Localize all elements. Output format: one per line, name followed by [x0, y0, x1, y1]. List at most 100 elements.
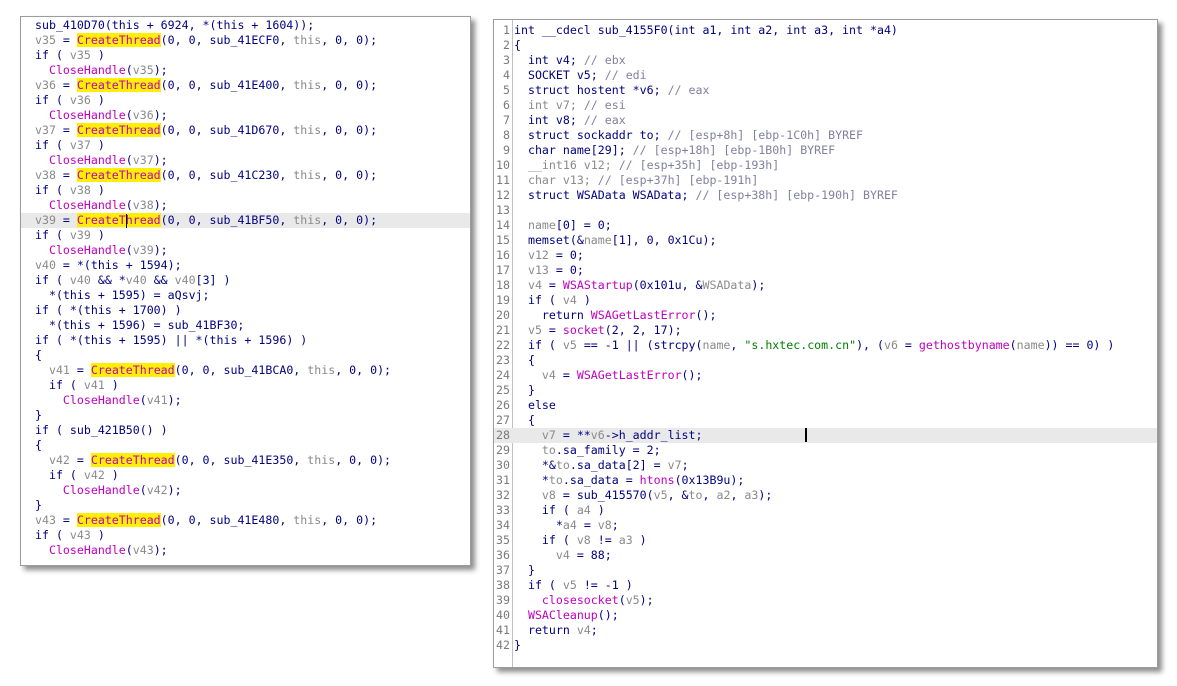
code-text[interactable]: CloseHandle(v36); — [35, 108, 168, 123]
code-line[interactable]: v35 = CreateThread(0, 0, sub_41ECF0, thi… — [21, 33, 470, 48]
code-line[interactable]: 27 { — [494, 413, 1157, 428]
code-line[interactable]: 23 { — [494, 353, 1157, 368]
code-line[interactable]: if ( v36 ) — [21, 93, 470, 108]
code-text[interactable]: v8 = sub_415570(v5, &to, a2, a3); — [514, 488, 772, 503]
code-line[interactable]: if ( v41 ) — [21, 378, 470, 393]
code-line[interactable]: v42 = CreateThread(0, 0, sub_41E350, thi… — [21, 453, 470, 468]
code-text[interactable]: CloseHandle(v43); — [35, 543, 168, 558]
code-text[interactable]: if ( v5 != -1 ) — [514, 578, 633, 593]
code-line[interactable]: if ( v40 && *v40 && v40[3] ) — [21, 273, 470, 288]
code-line[interactable]: 4 SOCKET v5; // edi — [494, 68, 1157, 83]
code-line[interactable]: 34 *a4 = v8; — [494, 518, 1157, 533]
code-line[interactable]: 41 return v4; — [494, 623, 1157, 638]
code-line[interactable]: sub_410D70(this + 6924, *(this + 1604)); — [21, 18, 470, 33]
code-line[interactable]: CloseHandle(v43); — [21, 543, 470, 558]
code-text[interactable]: v41 = CreateThread(0, 0, sub_41BCA0, thi… — [35, 363, 391, 378]
code-text[interactable]: sub_410D70(this + 6924, *(this + 1604)); — [35, 18, 314, 33]
code-text[interactable]: v40 = *(this + 1594); — [35, 258, 182, 273]
code-line[interactable]: 10 __int16 v12; // [esp+35h] [ebp-193h] — [494, 158, 1157, 173]
code-text[interactable]: char name[29]; // [esp+18h] [ebp-1B0h] B… — [514, 143, 835, 158]
code-line[interactable]: 9 char name[29]; // [esp+18h] [ebp-1B0h]… — [494, 143, 1157, 158]
code-line[interactable]: 42} — [494, 638, 1157, 653]
code-text[interactable]: SOCKET v5; // edi — [514, 68, 647, 83]
code-line[interactable]: } — [21, 498, 470, 513]
code-text[interactable]: if ( v8 != a3 ) — [514, 533, 647, 548]
code-line[interactable]: { — [21, 438, 470, 453]
code-line[interactable]: CloseHandle(v36); — [21, 108, 470, 123]
code-text[interactable]: *&to.sa_data[2] = v7; — [514, 458, 689, 473]
code-text[interactable]: v43 = CreateThread(0, 0, sub_41E480, thi… — [35, 513, 377, 528]
code-line[interactable]: 14 name[0] = 0; — [494, 218, 1157, 233]
code-text[interactable]: } — [514, 638, 521, 653]
code-text[interactable]: v13 = 0; — [514, 263, 584, 278]
code-line[interactable]: CloseHandle(v35); — [21, 63, 470, 78]
code-text[interactable]: if ( v35 ) — [35, 48, 105, 63]
code-line[interactable]: *(this + 1595) = aQsvj; — [21, 288, 470, 303]
pseudocode-panel-sub-4155f0[interactable]: 1 int __cdecl sub_4155F0(int a1, int a2, … — [493, 19, 1158, 668]
code-text[interactable]: v4 = 88; — [514, 548, 612, 563]
code-line[interactable]: if ( v35 ) — [21, 48, 470, 63]
code-line[interactable]: 8 struct sockaddr to; // [esp+8h] [ebp-1… — [494, 128, 1157, 143]
code-text[interactable]: closesocket(v5); — [514, 593, 654, 608]
code-line[interactable]: 36 v4 = 88; — [494, 548, 1157, 563]
code-line[interactable]: CloseHandle(v37); — [21, 153, 470, 168]
pseudocode-panel-thread-creation[interactable]: sub_410D70(this + 6924, *(this + 1604));… — [20, 16, 471, 566]
code-text[interactable]: if ( *(this + 1700) ) — [35, 303, 182, 318]
code-line[interactable]: 18 v4 = WSAStartup(0x101u, &WSAData); — [494, 278, 1157, 293]
code-line[interactable]: 16 v12 = 0; — [494, 248, 1157, 263]
code-text[interactable]: if ( v36 ) — [35, 93, 105, 108]
code-text[interactable]: } — [514, 563, 535, 578]
code-line[interactable]: if ( sub_421B50() ) — [21, 423, 470, 438]
code-text[interactable]: WSACleanup(); — [514, 608, 619, 623]
code-text[interactable]: v36 = CreateThread(0, 0, sub_41E400, thi… — [35, 78, 377, 93]
code-text[interactable]: if ( a4 ) — [514, 503, 605, 518]
code-line[interactable]: 3 int v4; // ebx — [494, 53, 1157, 68]
code-text[interactable]: v42 = CreateThread(0, 0, sub_41E350, thi… — [35, 453, 391, 468]
code-line[interactable]: v39 = CreateThread(0, 0, sub_41BF50, thi… — [21, 213, 470, 228]
code-line[interactable]: 26 else — [494, 398, 1157, 413]
code-text[interactable]: v35 = CreateThread(0, 0, sub_41ECF0, thi… — [35, 33, 377, 48]
code-line[interactable]: } — [21, 408, 470, 423]
code-line[interactable]: 21 v5 = socket(2, 2, 17); — [494, 323, 1157, 338]
code-text[interactable]: return WSAGetLastError(); — [514, 308, 717, 323]
code-text[interactable]: v4 = WSAGetLastError(); — [514, 368, 703, 383]
code-text[interactable]: to.sa_family = 2; — [514, 443, 661, 458]
code-line[interactable]: if ( *(this + 1700) ) — [21, 303, 470, 318]
code-text[interactable]: CloseHandle(v38); — [35, 198, 168, 213]
code-line[interactable]: 22 if ( v5 == -1 || (strcpy(name, "s.hxt… — [494, 338, 1157, 353]
code-line[interactable]: v41 = CreateThread(0, 0, sub_41BCA0, thi… — [21, 363, 470, 378]
code-line[interactable]: if ( v38 ) — [21, 183, 470, 198]
code-line[interactable]: 5 struct hostent *v6; // eax — [494, 83, 1157, 98]
code-text[interactable]: int v4; // ebx — [514, 53, 626, 68]
code-text[interactable]: { — [514, 413, 535, 428]
code-text[interactable]: int v8; // eax — [514, 113, 626, 128]
code-line[interactable]: CloseHandle(v41); — [21, 393, 470, 408]
code-text[interactable]: CloseHandle(v37); — [35, 153, 168, 168]
code-line[interactable]: v43 = CreateThread(0, 0, sub_41E480, thi… — [21, 513, 470, 528]
code-text[interactable]: __int16 v12; // [esp+35h] [ebp-193h] — [514, 158, 779, 173]
code-text[interactable]: if ( v5 == -1 || (strcpy(name, "s.hxtec.… — [514, 338, 1114, 353]
code-text[interactable]: v4 = WSAStartup(0x101u, &WSAData); — [514, 278, 765, 293]
code-text[interactable]: if ( *(this + 1595) || *(this + 1596) ) — [35, 333, 307, 348]
code-text[interactable]: } — [35, 498, 42, 513]
code-text[interactable]: memset(&name[1], 0, 0x1Cu); — [514, 233, 716, 248]
code-line[interactable]: 11 char v13; // [esp+37h] [ebp-191h] — [494, 173, 1157, 188]
code-text[interactable]: *to.sa_data = htons(0x13B9u); — [514, 473, 744, 488]
code-line[interactable]: 29 to.sa_family = 2; — [494, 443, 1157, 458]
code-line[interactable]: 24 v4 = WSAGetLastError(); — [494, 368, 1157, 383]
code-text[interactable]: if ( v42 ) — [35, 468, 119, 483]
code-text[interactable]: v39 = CreateThread(0, 0, sub_41BF50, thi… — [35, 213, 377, 228]
code-text[interactable]: if ( sub_421B50() ) — [35, 423, 168, 438]
code-line[interactable]: 25 } — [494, 383, 1157, 398]
code-listing[interactable]: sub_410D70(this + 6924, *(this + 1604));… — [21, 18, 470, 558]
code-line[interactable]: 19 if ( v4 ) — [494, 293, 1157, 308]
code-line[interactable]: v37 = CreateThread(0, 0, sub_41D670, thi… — [21, 123, 470, 138]
code-text[interactable]: CloseHandle(v39); — [35, 243, 168, 258]
code-text[interactable]: if ( v41 ) — [35, 378, 119, 393]
code-text[interactable]: name[0] = 0; — [514, 218, 612, 233]
code-line[interactable]: if ( *(this + 1595) || *(this + 1596) ) — [21, 333, 470, 348]
code-text[interactable]: { — [514, 38, 521, 53]
code-line[interactable]: 38 if ( v5 != -1 ) — [494, 578, 1157, 593]
code-text[interactable]: int v7; // esi — [514, 98, 626, 113]
code-text[interactable]: if ( v39 ) — [35, 228, 105, 243]
